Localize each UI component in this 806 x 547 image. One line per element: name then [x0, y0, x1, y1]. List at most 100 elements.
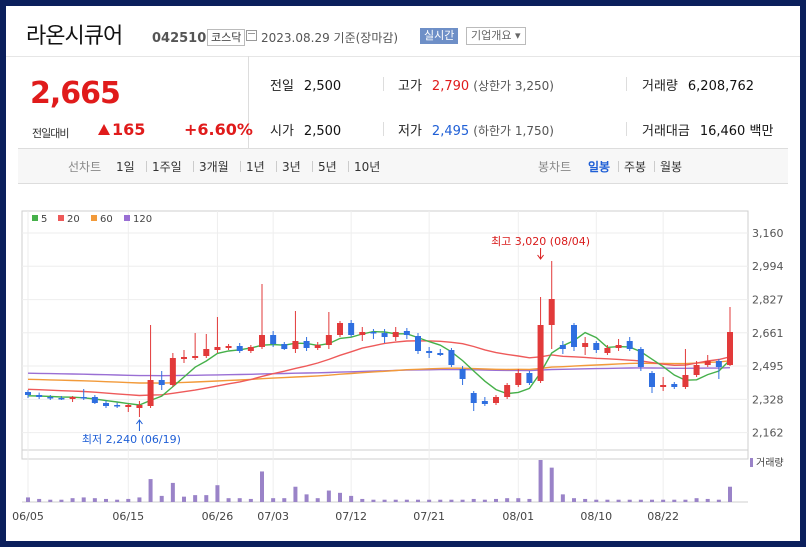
candle-body	[671, 384, 678, 387]
volume-bar	[616, 499, 621, 502]
volume-bar	[705, 498, 710, 502]
candle-weekly[interactable]: 주봉	[624, 158, 646, 175]
candle-body	[236, 346, 243, 351]
x-tick-label: 06/05	[12, 510, 44, 523]
candle-body	[80, 397, 87, 399]
candle-body	[36, 395, 43, 397]
period-3m[interactable]: 3개월	[199, 158, 229, 175]
candle-body	[136, 405, 143, 408]
candle-body	[69, 397, 76, 399]
volume-bar	[215, 485, 220, 502]
volume-bar	[549, 467, 554, 502]
high-arrow	[537, 248, 544, 260]
candle-body	[25, 392, 31, 395]
candle-body	[181, 357, 187, 359]
candle-body	[459, 369, 466, 379]
legend-label: 120	[133, 214, 152, 225]
volume-bar	[594, 499, 599, 502]
candle-body	[660, 385, 667, 387]
volume-bar	[560, 494, 565, 502]
period-10y[interactable]: 10년	[354, 158, 380, 175]
period-1y[interactable]: 1년	[246, 158, 265, 175]
candle-body	[103, 403, 109, 406]
legend-swatch	[91, 215, 97, 221]
stock-header: 라온시큐어 042510 코스닥 2023.08.29 기준(장마감) 실시간 …	[6, 6, 800, 57]
current-price-box: 2,665 전일대비 165 +6.60%	[18, 56, 253, 148]
volume-bar	[115, 499, 120, 502]
period-3y[interactable]: 3년	[282, 158, 301, 175]
volume-bar	[126, 498, 131, 502]
candle-body	[214, 347, 221, 350]
period-1d[interactable]: 1일	[116, 158, 135, 175]
candle-body	[147, 380, 154, 406]
candle-body	[415, 336, 421, 351]
stat-volume: 거래량 6,208,762	[642, 79, 755, 94]
realtime-button[interactable]: 실시간	[420, 28, 459, 44]
x-tick-label: 06/26	[202, 510, 234, 523]
candlestick-chart: 3,160 2,994 2,827 2,661 2,495 2,328 2,162 06/05…	[12, 210, 784, 523]
volume-bar	[293, 486, 298, 502]
volume-bar	[583, 498, 588, 502]
candle-chart-label: 봉차트	[538, 160, 572, 174]
volume-bar	[204, 495, 209, 502]
legend-label: 60	[100, 214, 113, 225]
x-tick-label: 07/12	[335, 510, 367, 523]
candle-body	[203, 349, 210, 356]
volume-bar	[371, 499, 376, 502]
candle-body	[370, 332, 377, 334]
calendar-icon	[246, 30, 257, 41]
volume-bar	[137, 497, 142, 502]
volume-bar	[538, 460, 543, 502]
candle-body	[615, 345, 622, 348]
y-tick-label: 2,162	[752, 427, 784, 440]
period-5y[interactable]: 5년	[318, 158, 337, 175]
y-tick-label: 2,994	[752, 260, 784, 273]
candle-body	[727, 332, 733, 365]
candle-body	[504, 385, 511, 397]
candle-body	[604, 348, 611, 353]
volume-bar	[527, 498, 532, 502]
volume-bar	[159, 495, 164, 502]
price-stats: 전일 2,500 시가 2,500 고가 2,790 (상한가 3,250) 저가 2,…	[248, 56, 800, 148]
up-triangle-icon	[98, 124, 110, 135]
volume-bar	[193, 495, 198, 502]
market-badge: 코스닥	[207, 29, 246, 46]
volume-bar	[349, 495, 354, 502]
candle-body	[649, 373, 655, 387]
candle-body	[158, 380, 165, 385]
volume-label: 거래량	[756, 457, 784, 469]
candle-monthly[interactable]: 월봉	[660, 158, 682, 175]
candle-body	[571, 325, 577, 347]
volume-bar	[59, 499, 64, 502]
volume-bar	[338, 492, 342, 502]
volume-bar	[482, 499, 487, 502]
current-price: 2,665	[30, 76, 121, 111]
volume-bar	[382, 499, 387, 502]
x-tick-label: 07/21	[413, 510, 445, 523]
candle-daily[interactable]: 일봉	[588, 158, 610, 175]
candle-body	[225, 346, 232, 348]
candle-body	[314, 345, 321, 348]
candle-body	[403, 331, 410, 335]
candle-body	[493, 397, 499, 403]
candle-body	[91, 397, 98, 403]
volume-bar	[605, 499, 610, 502]
volume-bar	[404, 499, 409, 502]
candle-body	[247, 347, 254, 351]
volume-bar	[304, 494, 309, 502]
volume-bar	[70, 498, 75, 502]
candle-body	[47, 397, 54, 399]
stock-code: 042510	[152, 31, 207, 46]
volume-bar	[516, 498, 521, 502]
candle-body	[559, 345, 566, 349]
y-tick-label: 2,328	[752, 393, 784, 406]
low-annotation: 최저 2,240 (06/19)	[82, 433, 181, 446]
volume-bar	[460, 499, 465, 502]
company-overview-dropdown[interactable]: 기업개요 ▾	[466, 27, 526, 45]
period-1w[interactable]: 1주일	[152, 158, 182, 175]
x-tick-label: 07/03	[257, 510, 289, 523]
company-name: 라온시큐어	[26, 24, 123, 49]
volume-bar	[494, 498, 498, 502]
volume-bar	[260, 471, 264, 502]
candle-body	[270, 335, 277, 344]
